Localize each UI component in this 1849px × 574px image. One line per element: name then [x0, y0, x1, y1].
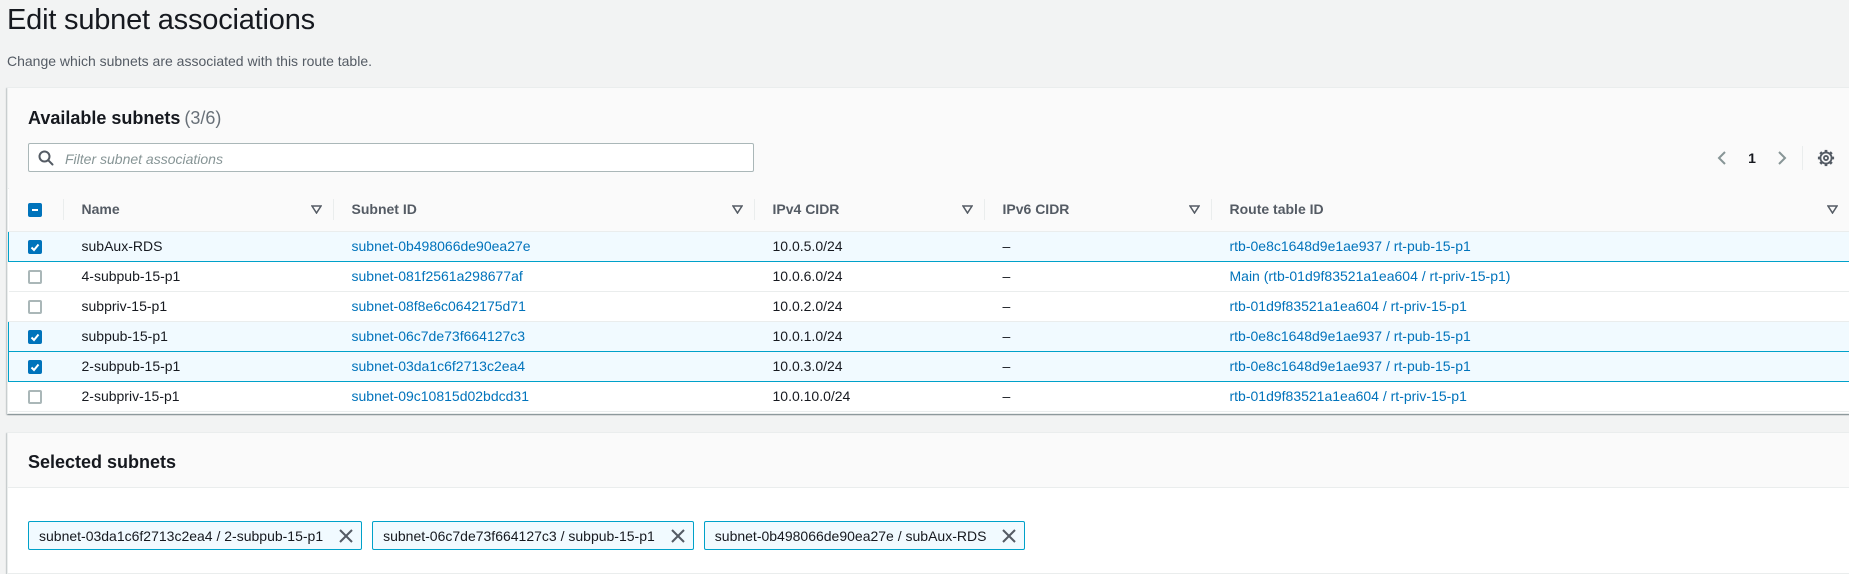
chevron-left-icon[interactable] — [1715, 150, 1731, 166]
row-checkbox[interactable] — [28, 360, 42, 374]
subnet-id-link[interactable]: subnet-03da1c6f2713c2ea4 — [352, 358, 526, 374]
search-icon — [38, 150, 54, 166]
check-icon — [29, 361, 41, 373]
subnet-name: 2-subpub-15-p1 — [64, 351, 334, 381]
page-title: Edit subnet associations — [7, 4, 315, 37]
chevron-right-icon[interactable] — [1773, 150, 1789, 166]
table-row[interactable]: subAux-RDS subnet-0b498066de90ea27e 10.0… — [9, 231, 1849, 261]
ipv6-cidr: – — [985, 261, 1212, 291]
table-row[interactable]: 4-subpub-15-p1 subnet-081f2561a298677af … — [9, 261, 1849, 291]
column-header-name[interactable]: Name — [64, 188, 334, 231]
page-description: Change which subnets are associated with… — [7, 53, 372, 69]
check-icon — [29, 241, 41, 253]
selected-subnets-header: Selected subnets — [8, 433, 1849, 488]
route-table-link[interactable]: rtb-0e8c1648d9e1ae937 / rt-pub-15-p1 — [1230, 328, 1471, 344]
selected-subnet-token: subnet-06c7de73f664127c3 / subpub-15-p1 — [372, 521, 694, 550]
minus-icon — [29, 204, 41, 216]
column-header-subnet-id[interactable]: Subnet ID — [334, 188, 755, 231]
ipv6-cidr: – — [985, 231, 1212, 261]
ipv4-cidr: 10.0.1.0/24 — [755, 321, 985, 351]
sort-caret-down-icon[interactable] — [1827, 205, 1838, 214]
table-row[interactable]: subpub-15-p1 subnet-06c7de73f664127c3 10… — [9, 321, 1849, 351]
token-label: subnet-03da1c6f2713c2ea4 / 2-subpub-15-p… — [39, 528, 323, 544]
sort-caret-down-icon[interactable] — [1189, 205, 1200, 214]
selected-subnet-token: subnet-0b498066de90ea27e / subAux-RDS — [704, 521, 1026, 550]
selected-subnets-title: Selected subnets — [28, 452, 176, 473]
ipv4-cidr: 10.0.6.0/24 — [755, 261, 985, 291]
subnet-id-link[interactable]: subnet-081f2561a298677af — [352, 268, 523, 284]
select-all-header — [9, 188, 64, 231]
sort-caret-down-icon[interactable] — [962, 205, 973, 214]
route-table-link[interactable]: rtb-01d9f83521a1ea604 / rt-priv-15-p1 — [1230, 298, 1467, 314]
selection-counter: (3/6) — [184, 108, 221, 128]
route-table-link[interactable]: rtb-0e8c1648d9e1ae937 / rt-pub-15-p1 — [1230, 358, 1471, 374]
row-checkbox[interactable] — [28, 240, 42, 254]
subnet-name: subpub-15-p1 — [64, 321, 334, 351]
selected-subnets-panel: Selected subnets subnet-03da1c6f2713c2ea… — [7, 432, 1849, 574]
subnet-id-link[interactable]: subnet-09c10815d02bdcd31 — [352, 388, 530, 404]
row-checkbox[interactable] — [28, 300, 42, 314]
page-number[interactable]: 1 — [1745, 150, 1759, 166]
subnet-id-link[interactable]: subnet-08f8e6c0642175d71 — [352, 298, 526, 314]
ipv4-cidr: 10.0.3.0/24 — [755, 351, 985, 381]
route-table-link[interactable]: rtb-0e8c1648d9e1ae937 / rt-pub-15-p1 — [1230, 238, 1471, 254]
gear-icon[interactable] — [1817, 149, 1835, 167]
table-header-row: Name Subnet ID IPv4 CIDR IPv6 CIDR Route… — [9, 188, 1849, 231]
table-row[interactable]: 2-subpub-15-p1 subnet-03da1c6f2713c2ea4 … — [9, 351, 1849, 381]
token-label: subnet-0b498066de90ea27e / subAux-RDS — [715, 528, 987, 544]
close-icon[interactable] — [669, 527, 687, 545]
pagination: 1 — [1715, 146, 1789, 170]
close-icon[interactable] — [337, 527, 355, 545]
ipv6-cidr: – — [985, 321, 1212, 351]
table-row[interactable]: subpriv-15-p1 subnet-08f8e6c0642175d71 1… — [9, 291, 1849, 321]
select-all-checkbox[interactable] — [28, 203, 42, 217]
subnet-name: 2-subpriv-15-p1 — [64, 381, 334, 411]
column-label: IPv6 CIDR — [1003, 201, 1070, 217]
column-label: Name — [82, 201, 120, 217]
table-row[interactable]: 2-subpriv-15-p1 subnet-09c10815d02bdcd31… — [9, 381, 1849, 411]
column-header-ipv6-cidr[interactable]: IPv6 CIDR — [985, 188, 1212, 231]
column-header-ipv4-cidr[interactable]: IPv4 CIDR — [755, 188, 985, 231]
row-checkbox[interactable] — [28, 270, 42, 284]
ipv6-cidr: – — [985, 351, 1212, 381]
ipv6-cidr: – — [985, 381, 1212, 411]
filter-field[interactable] — [28, 143, 754, 172]
column-header-route-table-id[interactable]: Route table ID — [1212, 188, 1849, 231]
subnet-name: subpriv-15-p1 — [64, 291, 334, 321]
column-label: Route table ID — [1230, 201, 1324, 217]
sort-caret-down-icon[interactable] — [311, 205, 322, 214]
ipv4-cidr: 10.0.5.0/24 — [755, 231, 985, 261]
subnets-table: Name Subnet ID IPv4 CIDR IPv6 CIDR Route… — [8, 188, 1849, 412]
column-label: Subnet ID — [352, 201, 417, 217]
ipv4-cidr: 10.0.10.0/24 — [755, 381, 985, 411]
ipv6-cidr: – — [985, 291, 1212, 321]
subnet-id-link[interactable]: subnet-06c7de73f664127c3 — [352, 328, 526, 344]
close-icon[interactable] — [1000, 527, 1018, 545]
subnet-name: 4-subpub-15-p1 — [64, 261, 334, 291]
route-table-link[interactable]: rtb-01d9f83521a1ea604 / rt-priv-15-p1 — [1230, 388, 1467, 404]
ipv4-cidr: 10.0.2.0/24 — [755, 291, 985, 321]
subnet-id-link[interactable]: subnet-0b498066de90ea27e — [352, 238, 531, 254]
column-label: IPv4 CIDR — [773, 201, 840, 217]
available-subnets-heading: Available subnets — [28, 108, 180, 128]
available-subnets-header: Available subnets(3/6) 1 — [8, 88, 1849, 189]
filter-input[interactable] — [63, 144, 747, 173]
token-label: subnet-06c7de73f664127c3 / subpub-15-p1 — [383, 528, 655, 544]
subnet-name: subAux-RDS — [64, 231, 334, 261]
check-icon — [29, 331, 41, 343]
row-checkbox[interactable] — [28, 390, 42, 404]
available-subnets-title: Available subnets(3/6) — [28, 108, 221, 129]
selected-subnet-tokens: subnet-03da1c6f2713c2ea4 / 2-subpub-15-p… — [28, 521, 1025, 550]
row-checkbox[interactable] — [28, 330, 42, 344]
sort-caret-down-icon[interactable] — [732, 205, 743, 214]
available-subnets-panel: Available subnets(3/6) 1 — [7, 87, 1849, 414]
route-table-link[interactable]: Main (rtb-01d9f83521a1ea604 / rt-priv-15… — [1230, 268, 1511, 284]
pagination-divider — [1802, 146, 1803, 170]
selected-subnet-token: subnet-03da1c6f2713c2ea4 / 2-subpub-15-p… — [28, 521, 362, 550]
